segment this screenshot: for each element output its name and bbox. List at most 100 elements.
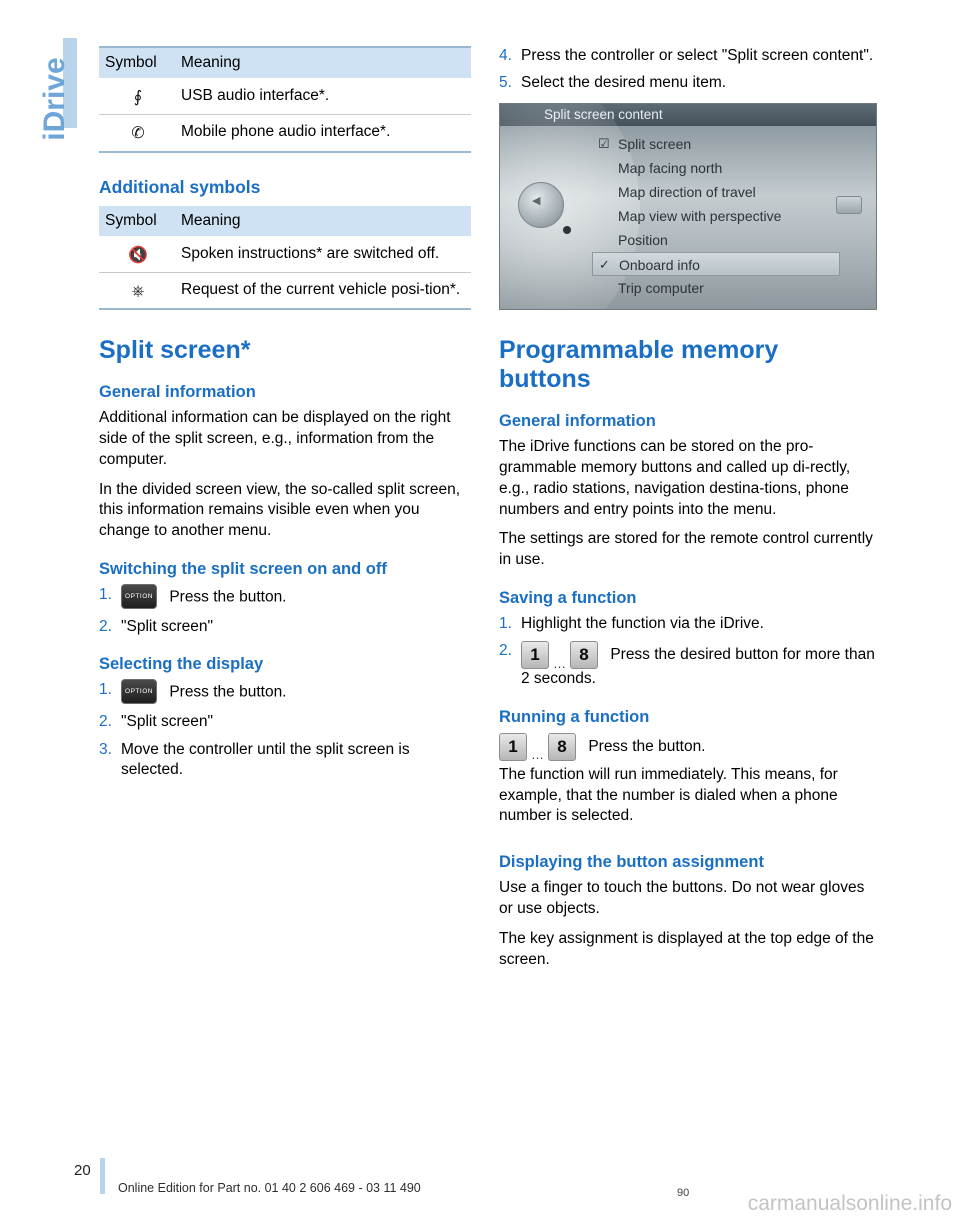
ellipsis-label: … [553, 655, 566, 671]
menu-item-label: Split screen [618, 136, 692, 153]
selecting-display-heading: Selecting the display [99, 655, 264, 674]
menu-item-trip-computer[interactable]: Trip computer [592, 276, 842, 300]
running-function-press: 1… 8 Press the button. [499, 732, 875, 763]
general-information-heading-left: General information [99, 382, 256, 401]
speaker-muted-icon: 🔇 [99, 236, 175, 273]
table2-header-symbol: Symbol [99, 205, 175, 237]
menu-item-position[interactable]: Position [592, 228, 842, 252]
general-information-heading-right: General information [499, 411, 656, 430]
general-info-paragraph-2: In the divided screen view, the so-calle… [99, 480, 460, 540]
menu-item-split-screen[interactable]: ☑ Split screen [592, 132, 842, 156]
step-number: 4. [499, 47, 512, 64]
step-number: 2. [99, 618, 112, 636]
step-number: 2. [99, 713, 112, 731]
running-function-paragraph: The function will run immediately. This … [499, 765, 838, 825]
switching-split-screen-heading: Switching the split screen on and off [99, 560, 387, 579]
table-row: ✆ Mobile phone audio interface*. [99, 114, 471, 153]
step-label: Press the button. [169, 588, 287, 606]
list-item: 1. OPTION Press the button. [99, 584, 471, 610]
memory-general-info-paragraph-2: The settings are stored for the remote c… [499, 530, 873, 569]
list-item: 2. 1… 8 Press the desired button for more… [499, 641, 875, 689]
table1-cell-meaning-0: USB audio interface*. [175, 78, 471, 116]
symbol-table-2: Symbol Meaning 🔇 Spoken instructions* ar… [99, 205, 471, 311]
step-label: Press the button. [169, 684, 287, 702]
memory-general-info-paragraph-1: The iDrive functions can be stored on th… [499, 437, 851, 518]
step-number: 1. [99, 586, 112, 604]
vehicle-position-icon: ⎈ [99, 272, 175, 310]
step-number: 2. [499, 642, 512, 660]
checkmark-icon: ✓ [599, 257, 610, 273]
running-press-label: Press the button. [588, 737, 706, 755]
table-row: 🔇 Spoken instructions* are switched off. [99, 236, 471, 273]
controller-knob-icon [518, 182, 564, 229]
displaying-paragraph-2: The key assignment is displayed at the t… [499, 930, 874, 969]
document-page: iDrive Symbol Meaning ∮ USB audio interf… [0, 0, 960, 1222]
programmable-memory-buttons-title: Programmable memory buttons [499, 336, 779, 394]
list-item: 5. Select the desired menu item. [499, 73, 875, 93]
menu-item-map-facing-north[interactable]: Map facing north [592, 156, 842, 180]
table1-header-symbol: Symbol [99, 47, 175, 79]
memory-button-1-icon[interactable]: 1 [499, 732, 527, 761]
saving-steps-list: 1. Highlight the function via the iDrive… [499, 614, 875, 689]
memory-button-8-icon[interactable]: 8 [570, 641, 598, 670]
top-steps-list: 4. Press the controller or select "Split… [499, 46, 875, 93]
step-text: "Split screen" [121, 618, 213, 636]
table2-cell-meaning-1: Request of the current vehicle posi-tion… [175, 272, 471, 310]
idrive-menu-list: ☑ Split screen Map facing north Map dire… [592, 132, 842, 300]
list-item: 2. "Split screen" [99, 712, 471, 732]
step-number: 1. [499, 615, 512, 633]
left-column: Symbol Meaning ∮ USB audio interface*. ✆… [99, 46, 471, 788]
displaying-button-assignment-heading: Displaying the button assignment [499, 853, 764, 872]
page-number: 20 [74, 1162, 91, 1179]
split-screen-title: Split screen* [99, 336, 251, 364]
table2-header-meaning: Meaning [175, 205, 471, 237]
option-button-icon[interactable]: OPTION [121, 584, 157, 610]
ellipsis-label: … [531, 747, 544, 763]
table2-cell-meaning-0: Spoken instructions* are switched off. [175, 236, 471, 273]
step-number: 5. [499, 74, 512, 92]
table-row: ⎈ Request of the current vehicle posi-ti… [99, 272, 471, 310]
menu-item-map-view-with-perspective[interactable]: Map view with perspective [592, 204, 842, 228]
menu-item-map-direction-of-travel[interactable]: Map direction of travel [592, 180, 842, 204]
menu-item-label: Onboard info [619, 257, 700, 274]
additional-symbols-heading: Additional symbols [99, 176, 261, 197]
right-column: 4. Press the controller or select "Split… [499, 46, 877, 980]
table1-cell-meaning-1: Mobile phone audio interface*. [175, 114, 471, 153]
menu-item-label: Trip computer [618, 280, 704, 297]
symbol-table-1: Symbol Meaning ∮ USB audio interface*. ✆… [99, 46, 471, 153]
footer-small-page: 90 [677, 1187, 690, 1199]
menu-item-label: Map direction of travel [618, 184, 756, 201]
step-text: Move the controller until the split scre… [121, 740, 410, 778]
footer-accent-bar [100, 1158, 105, 1194]
displaying-paragraph-1: Use a finger to touch the buttons. Do no… [499, 879, 865, 918]
menu-item-label: Map view with perspective [618, 208, 782, 225]
idrive-screen-illustration: Split screen content ☑ Split screen Map … [499, 103, 877, 311]
step-text: "Split screen" [121, 713, 213, 731]
table1-header-meaning: Meaning [175, 47, 471, 79]
table-header-row: Symbol Meaning [99, 47, 471, 79]
usb-icon: ∮ [99, 78, 175, 116]
step-text: Highlight the function via the iDrive. [521, 615, 764, 633]
switching-steps-list: 1. OPTION Press the button. 2. "Split sc… [99, 584, 471, 637]
selecting-steps-list: 1. OPTION Press the button. 2. "Split sc… [99, 679, 471, 780]
footer-edition-text: Online Edition for Part no. 01 40 2 606 … [118, 1181, 421, 1195]
list-item: 1. OPTION Press the button. [99, 679, 471, 705]
memory-button-1-icon[interactable]: 1 [521, 641, 549, 670]
list-item: 2. "Split screen" [99, 617, 471, 637]
step-text: 1… 8 Press the desired button for more th… [521, 641, 875, 689]
memory-button-8-icon[interactable]: 8 [548, 732, 576, 761]
list-item: 1. Highlight the function via the iDrive… [499, 614, 875, 634]
menu-item-onboard-info[interactable]: ✓ Onboard info [592, 252, 840, 277]
option-button-icon[interactable]: OPTION [121, 679, 157, 705]
general-info-paragraph-1: Additional information can be displayed … [99, 408, 451, 468]
step-text: Select the desired menu item. [521, 74, 727, 92]
list-item: 3. Move the controller until the split s… [99, 740, 471, 780]
side-tab-idrive: iDrive [22, 20, 82, 200]
table-header-row: Symbol Meaning [99, 205, 471, 237]
list-item: 4. Press the controller or select "Split… [499, 46, 875, 66]
side-tab-label: iDrive [38, 57, 71, 141]
running-function-heading: Running a function [499, 707, 650, 726]
table-row: ∮ USB audio interface*. [99, 78, 471, 116]
watermark: carmanualsonline.info [747, 1192, 952, 1215]
menu-item-label: Map facing north [618, 160, 723, 177]
